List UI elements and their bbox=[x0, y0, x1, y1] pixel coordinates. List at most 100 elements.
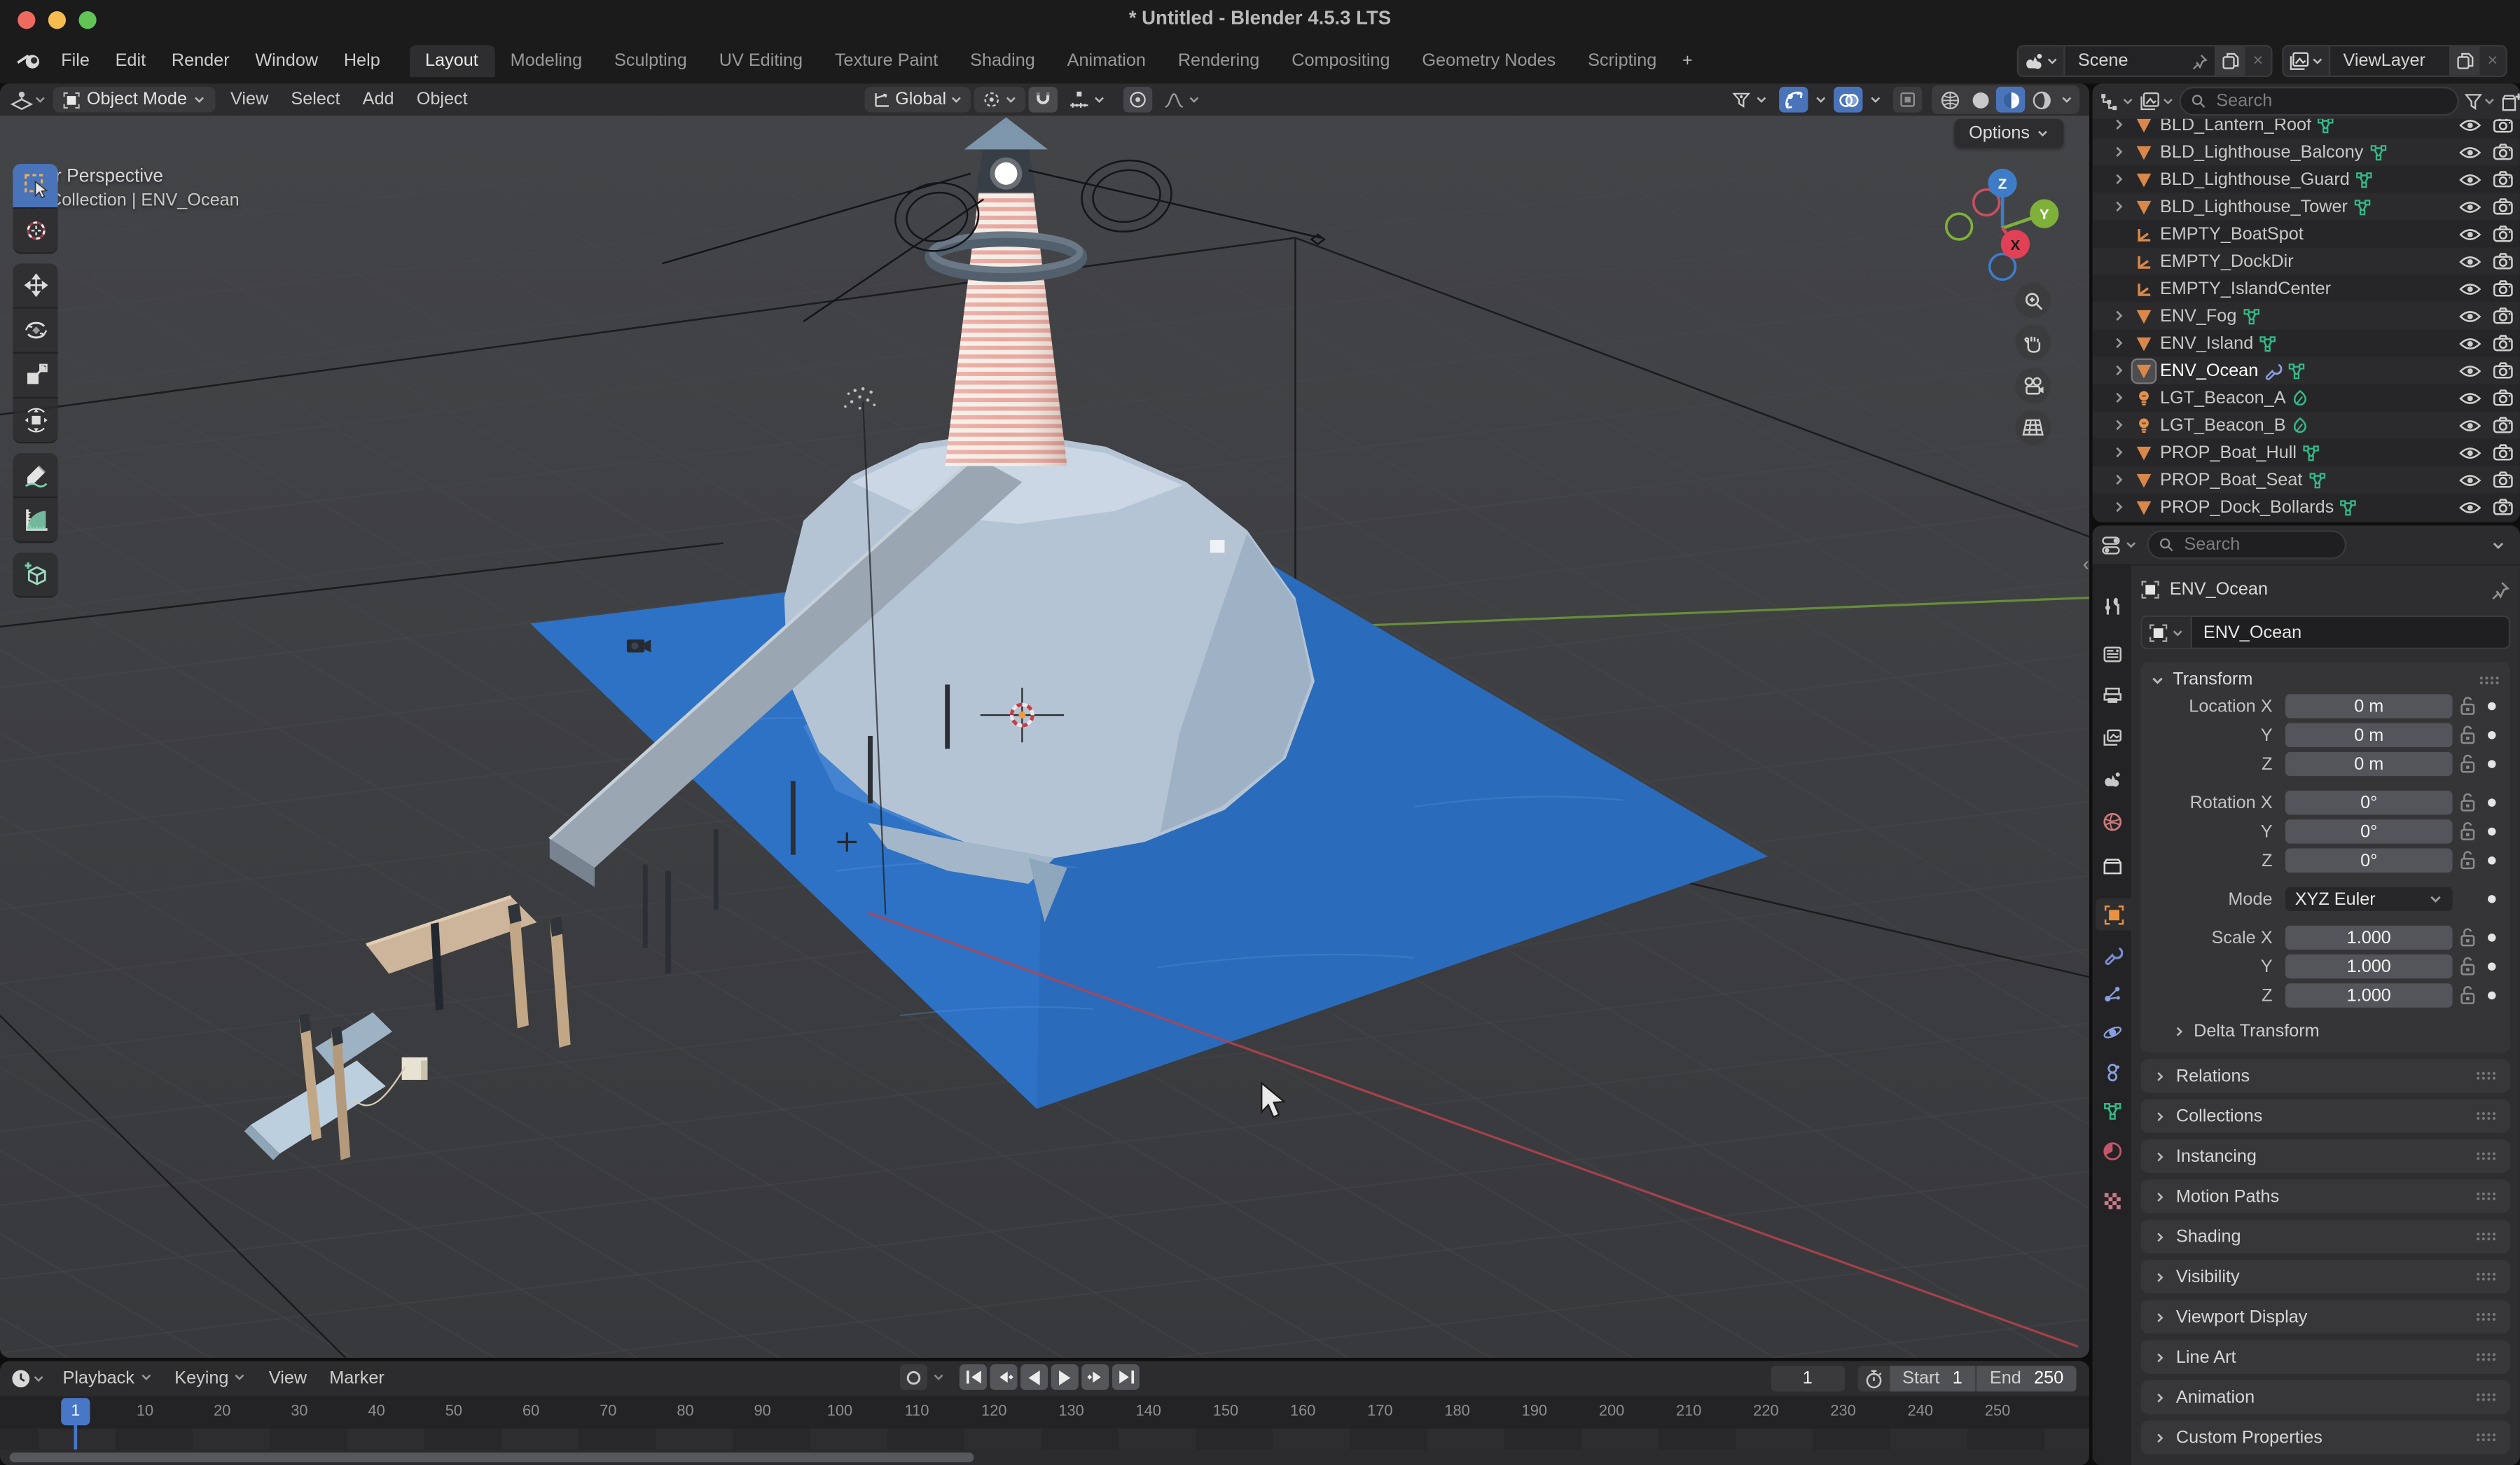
snap-toggle[interactable] bbox=[1028, 87, 1057, 113]
animate-dot[interactable] bbox=[2481, 962, 2501, 970]
tab-modeling[interactable]: Modeling bbox=[494, 45, 598, 77]
lock-icon[interactable] bbox=[2453, 850, 2481, 871]
tool-add-cube[interactable] bbox=[13, 553, 57, 597]
frame-end-field[interactable]: End250 bbox=[1977, 1366, 2077, 1391]
outliner-item-prop-boat-hull[interactable]: PROP_Boat_Hull bbox=[2093, 438, 2520, 466]
editor-type-timeline-icon[interactable] bbox=[10, 1368, 45, 1390]
outliner-item-prop-dock-bollards[interactable]: PROP_Dock_Bollards bbox=[2093, 493, 2520, 520]
outliner-item-name[interactable]: EMPTY_IslandCenter bbox=[2160, 279, 2331, 298]
tool-cursor[interactable] bbox=[13, 209, 57, 254]
expand-icon[interactable] bbox=[2112, 309, 2128, 324]
properties-tab-physics[interactable] bbox=[2096, 1015, 2128, 1048]
outliner-item-bld-lighthouse-tower[interactable]: BLD_Lighthouse_Tower bbox=[2093, 193, 2520, 220]
disable-render-camera-icon[interactable] bbox=[2493, 143, 2514, 160]
outliner-item-name[interactable]: ENV_Island bbox=[2160, 333, 2253, 353]
remove-view-layer-button[interactable]: × bbox=[2480, 47, 2506, 76]
tool-measure[interactable] bbox=[13, 498, 57, 543]
hide-viewport-eye-icon[interactable] bbox=[2459, 253, 2481, 269]
editor-type-viewport-icon[interactable] bbox=[10, 89, 47, 110]
show-overlays-toggle[interactable] bbox=[1834, 87, 1862, 113]
properties-tab-object[interactable] bbox=[2096, 898, 2131, 931]
viewport-3d[interactable]: Object Mode ViewSelectAddObject Global bbox=[0, 83, 2089, 1358]
outliner-item-bld-lighthouse-guard[interactable]: BLD_Lighthouse_Guard bbox=[2093, 165, 2520, 193]
outliner-item-name[interactable]: BLD_Lighthouse_Balcony bbox=[2160, 142, 2363, 162]
timeline-channels[interactable] bbox=[0, 1429, 2089, 1450]
tab-layout[interactable]: Layout bbox=[409, 45, 494, 77]
properties-tab-view-layer[interactable] bbox=[2096, 721, 2128, 754]
gizmo-settings-dropdown[interactable] bbox=[1811, 87, 1831, 113]
outliner-item-name[interactable]: BLD_Lighthouse_Guard bbox=[2160, 169, 2350, 189]
tab-rendering[interactable]: Rendering bbox=[1162, 45, 1275, 77]
tool-annotate[interactable] bbox=[13, 453, 57, 498]
panel-shading[interactable]: Shading bbox=[2140, 1220, 2510, 1254]
hide-viewport-eye-icon[interactable] bbox=[2459, 471, 2481, 487]
tool-scale[interactable] bbox=[13, 354, 57, 398]
object-icon[interactable] bbox=[2142, 617, 2192, 648]
properties-tab-render[interactable] bbox=[2096, 638, 2128, 670]
tool-transform[interactable] bbox=[13, 398, 57, 443]
timeline-ruler[interactable]: 1020304050607080901001101201301401501601… bbox=[0, 1396, 2089, 1429]
animate-dot[interactable] bbox=[2481, 933, 2501, 941]
properties-tab-constraints[interactable] bbox=[2096, 1056, 2128, 1088]
mode-dropdown[interactable]: Object Mode bbox=[53, 87, 216, 113]
properties-tab-texture[interactable] bbox=[2096, 1184, 2128, 1216]
panel-grip-icon[interactable] bbox=[2478, 674, 2500, 686]
use-preview-range-toggle[interactable] bbox=[1857, 1366, 1890, 1391]
pan-view-button[interactable] bbox=[2015, 325, 2050, 360]
frame-start-field[interactable]: Start1 bbox=[1890, 1366, 1977, 1391]
play-reverse-button[interactable] bbox=[1020, 1364, 1048, 1390]
viewport-menu-object[interactable]: Object bbox=[406, 87, 479, 113]
tab-compositing[interactable]: Compositing bbox=[1275, 45, 1406, 77]
unlink-scene-button[interactable]: × bbox=[2245, 47, 2271, 76]
tool-move[interactable] bbox=[13, 263, 57, 308]
current-frame-field[interactable]: 1 bbox=[1771, 1366, 1845, 1391]
timeline-menu-playback[interactable]: Playback bbox=[51, 1366, 163, 1391]
hide-viewport-eye-icon[interactable] bbox=[2459, 389, 2481, 405]
disable-render-camera-icon[interactable] bbox=[2493, 252, 2514, 270]
disable-render-camera-icon[interactable] bbox=[2493, 443, 2514, 461]
proportional-editing-toggle[interactable] bbox=[1123, 87, 1151, 113]
disable-render-camera-icon[interactable] bbox=[2493, 334, 2514, 352]
tab-animation[interactable]: Animation bbox=[1051, 45, 1162, 77]
panel-animation[interactable]: Animation bbox=[2140, 1380, 2510, 1414]
panel-visibility[interactable]: Visibility bbox=[2140, 1260, 2510, 1293]
hide-viewport-eye-icon[interactable] bbox=[2459, 417, 2481, 433]
expand-icon[interactable] bbox=[2112, 200, 2128, 214]
hide-viewport-eye-icon[interactable] bbox=[2459, 198, 2481, 214]
view-layer-selector[interactable]: ViewLayer × bbox=[2282, 45, 2507, 77]
editor-type-outliner-icon[interactable] bbox=[2099, 91, 2134, 112]
expand-icon[interactable] bbox=[2112, 500, 2128, 515]
tab-sculpting[interactable]: Sculpting bbox=[598, 45, 703, 77]
properties-tab-particles[interactable] bbox=[2096, 977, 2128, 1009]
editor-type-properties-icon[interactable] bbox=[2100, 534, 2138, 555]
properties-search-input[interactable] bbox=[2181, 534, 2335, 556]
panel-grip-icon[interactable] bbox=[2475, 1151, 2498, 1162]
expand-icon[interactable] bbox=[2112, 172, 2128, 187]
outliner-item-name[interactable]: BLD_Lighthouse_Tower bbox=[2160, 197, 2348, 216]
play-button[interactable] bbox=[1051, 1364, 1079, 1390]
disable-render-camera-icon[interactable] bbox=[2493, 170, 2514, 188]
show-gizmo-toggle[interactable] bbox=[1779, 87, 1808, 113]
properties-options-chevron[interactable] bbox=[2491, 538, 2506, 553]
pin-icon[interactable] bbox=[2489, 579, 2510, 600]
current-frame-marker[interactable]: 1 bbox=[61, 1398, 90, 1425]
value-field[interactable]: 0° bbox=[2285, 791, 2453, 814]
outliner-item-name[interactable]: LGT_Beacon_A bbox=[2160, 388, 2286, 408]
animate-dot[interactable] bbox=[2481, 856, 2501, 864]
add-workspace-button[interactable]: + bbox=[1673, 45, 1702, 77]
panel-grip-icon[interactable] bbox=[2475, 1111, 2498, 1122]
lock-icon[interactable] bbox=[2453, 754, 2481, 775]
keying-popover-chevron[interactable] bbox=[932, 1370, 945, 1383]
transform-orientation-dropdown[interactable]: Global bbox=[864, 87, 970, 113]
animate-dot[interactable] bbox=[2481, 798, 2501, 806]
disable-render-camera-icon[interactable] bbox=[2493, 389, 2514, 406]
disable-render-camera-icon[interactable] bbox=[2493, 197, 2514, 215]
panel-grip-icon[interactable] bbox=[2475, 1271, 2498, 1282]
properties-editor[interactable]: ENV_Ocean ENV_Ocean Transform Location X… bbox=[2093, 525, 2520, 1465]
tab-shading[interactable]: Shading bbox=[954, 45, 1051, 77]
panel-grip-icon[interactable] bbox=[2475, 1431, 2498, 1443]
viewport-canvas[interactable]: User Perspective (1) Collection | ENV_Oc… bbox=[0, 116, 2089, 1358]
blender-logo-icon[interactable] bbox=[16, 50, 42, 72]
jump-to-end-button[interactable] bbox=[1112, 1364, 1140, 1390]
panel-grip-icon[interactable] bbox=[2475, 1391, 2498, 1403]
